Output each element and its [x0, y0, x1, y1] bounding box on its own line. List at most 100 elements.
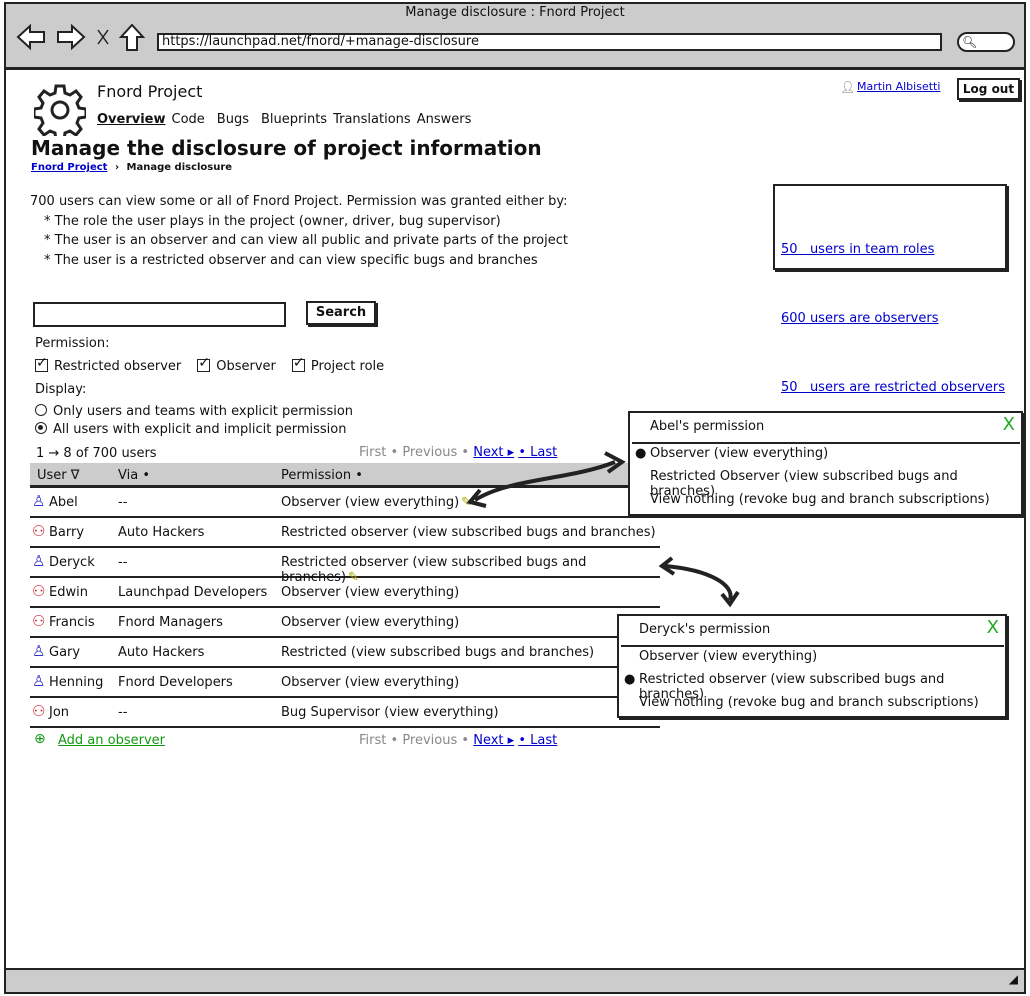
permission-text: Observer (view everything): [281, 585, 460, 600]
previous-link: Previous: [402, 445, 458, 460]
permission-filters: Restricted observer Observer Project rol…: [35, 355, 384, 374]
checkbox-icon: [197, 355, 211, 372]
add-observer-link[interactable]: Add an observer: [58, 733, 165, 748]
close-icon[interactable]: X: [987, 617, 999, 638]
permission-option[interactable]: View nothing (revoke bug and branch subs…: [639, 695, 979, 710]
sep: •: [518, 733, 526, 748]
permission: Restricted (view subscribed bugs and bra…: [281, 645, 594, 660]
batch-nav-top: First • Previous • Next ▸ • Last: [359, 445, 557, 460]
home-icon[interactable]: [118, 24, 146, 51]
add-icon: ⊕: [34, 731, 46, 747]
display-options: Only users and teams with explicit permi…: [35, 403, 353, 439]
next-label: Next: [473, 733, 504, 748]
summary-team-roles[interactable]: 50 users in team roles: [781, 242, 934, 257]
tab-translations[interactable]: Translations: [333, 112, 411, 127]
user-name[interactable]: Francis: [49, 615, 95, 630]
summary-box: 50 users in team roles 600 users are obs…: [773, 184, 1007, 395]
window-title: Manage disclosure : Fnord Project: [405, 5, 625, 20]
permission-label: Permission:: [35, 336, 110, 351]
table-row: ♙ Gary Auto Hackers Restricted (view sub…: [30, 638, 660, 668]
edit-icon[interactable]: ✎: [461, 495, 472, 510]
intro-text: 700 users can view some or all of Fnord …: [30, 194, 568, 209]
person-icon: ♙: [32, 672, 46, 690]
browser-search[interactable]: 🔍︎: [957, 32, 1015, 52]
checkbox-project-role[interactable]: Project role: [291, 355, 384, 374]
col-user[interactable]: User ∇: [37, 468, 79, 483]
selected-bullet-icon: ●: [624, 672, 636, 687]
tab-bugs[interactable]: Bugs: [217, 112, 249, 127]
forward-icon[interactable]: [57, 24, 86, 51]
breadcrumb-project[interactable]: Fnord Project: [31, 162, 107, 173]
project-name: Fnord Project: [97, 82, 203, 101]
sep: •: [390, 445, 399, 460]
tab-blueprints[interactable]: Blueprints: [261, 112, 327, 127]
last-link[interactable]: • Last: [518, 445, 557, 460]
table-row: ♙ Deryck -- Restricted observer (view su…: [30, 548, 660, 585]
via: Fnord Managers: [118, 615, 223, 630]
person-icon: ♙: [32, 642, 46, 660]
divider: [632, 442, 1020, 444]
table-row: ♙ Henning Fnord Developers Observer (vie…: [30, 668, 660, 698]
radio-all[interactable]: All users with explicit and implicit per…: [35, 421, 353, 439]
radio-icon: [35, 404, 47, 416]
via: Auto Hackers: [118, 645, 205, 660]
intro-bullet: * The user is a restricted observer and …: [44, 252, 538, 268]
search-button[interactable]: Search: [306, 301, 376, 325]
stop-icon[interactable]: [97, 29, 109, 45]
permission-option[interactable]: View nothing (revoke bug and branch subs…: [650, 492, 990, 507]
permission-option[interactable]: Observer (view everything): [639, 649, 817, 664]
option-label: View nothing (revoke bug and branch subs…: [650, 492, 990, 507]
permission: Observer (view everything): [281, 585, 459, 600]
via: Launchpad Developers: [118, 585, 268, 600]
team-icon: ⚇: [32, 522, 46, 540]
abel-permission-popup: Abel's permission X ● Observer (view ever…: [628, 411, 1023, 516]
checkbox-icon: [35, 355, 48, 372]
via: Fnord Developers: [118, 675, 233, 690]
tab-overview[interactable]: Overview: [97, 112, 166, 127]
search-input[interactable]: [33, 302, 286, 327]
via: --: [118, 705, 128, 720]
close-icon[interactable]: X: [1003, 414, 1015, 435]
batch-count: 1 → 8 of 700 users: [36, 446, 157, 461]
user-link[interactable]: Martin Albisetti: [857, 80, 940, 93]
radio-explicit[interactable]: Only users and teams with explicit permi…: [35, 403, 353, 421]
team-icon: ⚇: [32, 702, 46, 720]
sep: •: [461, 733, 470, 748]
resize-grip-icon[interactable]: ◢: [1009, 972, 1018, 986]
user-name[interactable]: Abel: [49, 495, 78, 510]
option-label: View nothing (revoke bug and branch subs…: [639, 695, 979, 710]
search-icon: 🔍︎: [962, 35, 978, 49]
table-row: ⚇ Barry Auto Hackers Restricted observer…: [30, 518, 660, 548]
user-name[interactable]: Barry: [49, 525, 84, 540]
logout-button[interactable]: Log out: [957, 78, 1020, 100]
selected-bullet-icon: ●: [635, 446, 647, 461]
user-name[interactable]: Jon: [49, 705, 69, 720]
last-link[interactable]: • Last: [518, 733, 557, 748]
intro: 700 users can view some or all of Fnord …: [30, 192, 568, 270]
summary-restricted[interactable]: 50 users are restricted observers: [781, 380, 1005, 395]
next-link[interactable]: Next ▸: [473, 445, 514, 460]
summary-observers[interactable]: 600 users are observers: [781, 311, 939, 326]
checkbox-observer[interactable]: Observer: [197, 355, 276, 374]
back-icon[interactable]: [16, 24, 45, 51]
next-link[interactable]: Next ▸: [473, 733, 514, 748]
user-name[interactable]: Henning: [49, 675, 103, 690]
tab-answers[interactable]: Answers: [417, 112, 472, 127]
batch-nav-bottom: First • Previous • Next ▸ • Last: [359, 733, 557, 748]
option-label: Observer (view everything): [650, 446, 829, 461]
checkbox-icon: [291, 355, 305, 372]
permission-text: Observer (view everything): [281, 615, 460, 630]
tab-code[interactable]: Code: [172, 112, 205, 127]
col-permission[interactable]: Permission •: [281, 468, 363, 483]
popup-title: Abel's permission: [650, 419, 765, 434]
user-name[interactable]: Edwin: [49, 585, 88, 600]
col-via[interactable]: Via •: [118, 468, 150, 483]
user-name[interactable]: Deryck: [49, 555, 95, 570]
user-name[interactable]: Gary: [49, 645, 80, 660]
permission-option[interactable]: ● Observer (view everything): [635, 446, 829, 461]
table-row: ⚇ Edwin Launchpad Developers Observer (v…: [30, 578, 660, 608]
url-bar[interactable]: https://launchpad.net/fnord/+manage-disc…: [157, 33, 942, 51]
divider: [621, 645, 1004, 647]
last-label: Last: [530, 733, 558, 748]
checkbox-restricted-observer[interactable]: Restricted observer: [35, 355, 181, 374]
